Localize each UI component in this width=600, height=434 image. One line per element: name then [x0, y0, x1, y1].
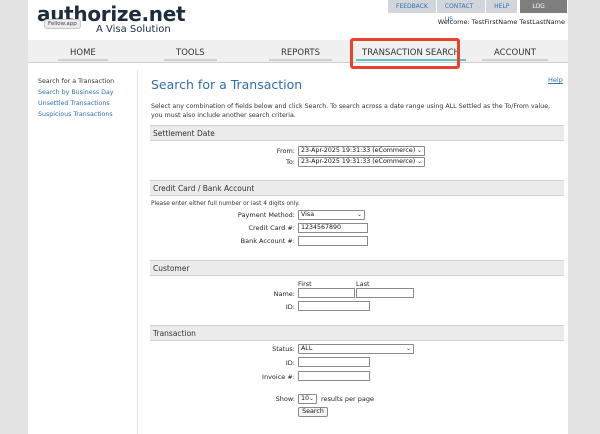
feedback-link[interactable]: FEEDBACK — [388, 0, 436, 13]
customer-section-header: Customer — [150, 260, 564, 276]
logo-tagline: A Visa Solution — [96, 24, 171, 35]
to-date-select[interactable]: 23-Apr-2025 19:31:33 (eCommerce) ⌄ — [298, 157, 425, 167]
from-label: From: — [276, 147, 295, 155]
invoice-label: Invoice #: — [262, 373, 295, 381]
bank-account-label: Bank Account #: — [240, 237, 295, 245]
active-tab-highlight-box — [350, 38, 460, 69]
search-button[interactable]: Search — [298, 407, 328, 417]
tab-tools[interactable]: TOOLS — [164, 48, 217, 61]
tab-tools-label: TOOLS — [176, 48, 205, 58]
last-name-column-label: Last — [356, 280, 370, 288]
fellow-app-badge: Fellow.app — [44, 19, 81, 29]
last-name-input[interactable] — [356, 288, 414, 298]
help-link[interactable]: HELP — [486, 0, 518, 13]
page-title: Search for a Transaction — [151, 77, 303, 92]
transaction-id-label: ID: — [285, 359, 295, 367]
customer-id-label: ID: — [285, 303, 295, 311]
status-label: Status: — [272, 345, 295, 353]
chevron-down-icon: ⌄ — [416, 147, 422, 154]
sidebar-item-search-transaction[interactable]: Search for a Transaction — [38, 78, 114, 85]
chevron-down-icon: ⌄ — [308, 395, 314, 402]
tab-reports[interactable]: REPORTS — [269, 48, 332, 61]
status-value: ALL — [301, 345, 313, 352]
log-out-button[interactable]: LOG OUT — [520, 0, 567, 23]
bank-account-input[interactable] — [298, 236, 368, 246]
tab-account[interactable]: ACCOUNT — [482, 48, 548, 61]
transaction-id-input[interactable] — [298, 357, 370, 367]
intro-text: Select any combination of fields below a… — [151, 103, 551, 119]
credit-card-heading: Credit Card / Bank Account — [153, 184, 255, 193]
help-page-link[interactable]: Help — [548, 76, 563, 84]
sidebar-item-search-business-day[interactable]: Search by Business Day — [38, 89, 114, 96]
invoice-input[interactable] — [298, 371, 370, 381]
welcome-text: Welcome: TestFirstName TestLastName — [437, 18, 565, 26]
results-per-page-value: 10 — [301, 395, 310, 402]
sidebar: Search for a Transaction Search by Busin… — [28, 70, 138, 434]
chevron-down-icon: ⌄ — [405, 345, 411, 352]
credit-card-label: Credit Card #: — [248, 224, 295, 232]
first-name-column-label: First — [298, 280, 312, 288]
to-date-value: 23-Apr-2025 19:31:33 (eCommerce) — [301, 158, 416, 165]
payment-method-select[interactable]: Visa ⌄ — [298, 210, 365, 220]
card-number-note: Please enter either full number or last … — [151, 201, 300, 207]
from-date-select[interactable]: 23-Apr-2025 19:31:33 (eCommerce) ⌄ — [298, 146, 425, 156]
chevron-down-icon: ⌄ — [416, 158, 422, 165]
top-links: FEEDBACK CONTACT US HELP LOG OUT — [388, 0, 568, 23]
customer-id-input[interactable] — [298, 301, 370, 311]
tab-home[interactable]: HOME — [58, 48, 108, 61]
to-label: To: — [285, 158, 295, 166]
show-label: Show: — [275, 395, 295, 403]
results-per-page-select[interactable]: 10 ⌄ — [298, 394, 317, 404]
settlement-date-heading: Settlement Date — [153, 129, 215, 138]
tab-reports-label: REPORTS — [281, 48, 320, 58]
customer-heading: Customer — [153, 264, 190, 273]
tab-account-label: ACCOUNT — [494, 48, 536, 58]
sidebar-item-suspicious-transactions[interactable]: Suspicious Transactions — [38, 111, 113, 118]
first-name-input[interactable] — [298, 288, 355, 298]
payment-method-label: Payment Method: — [237, 211, 295, 219]
page: authorize.net A Visa Solution Fellow.app… — [28, 0, 568, 434]
chevron-down-icon: ⌄ — [356, 211, 362, 218]
main-nav: HOME TOOLS REPORTS TRANSACTION SEARCH AC… — [28, 40, 568, 63]
payment-method-value: Visa — [301, 211, 315, 218]
transaction-section-header: Transaction — [150, 325, 564, 341]
transaction-heading: Transaction — [153, 329, 196, 338]
name-label: Name: — [273, 290, 295, 298]
credit-card-section-header: Credit Card / Bank Account — [150, 180, 564, 196]
tab-home-label: HOME — [70, 48, 96, 58]
from-date-value: 23-Apr-2025 19:31:33 (eCommerce) — [301, 147, 416, 154]
sidebar-item-unsettled-transactions[interactable]: Unsettled Transactions — [38, 100, 110, 107]
status-select[interactable]: ALL ⌄ — [298, 344, 414, 354]
credit-card-input[interactable]: 1234567890 — [298, 223, 368, 233]
settlement-date-section-header: Settlement Date — [150, 125, 564, 141]
results-per-page-label: results per page — [321, 395, 374, 403]
contact-us-link[interactable]: CONTACT US — [436, 0, 486, 23]
